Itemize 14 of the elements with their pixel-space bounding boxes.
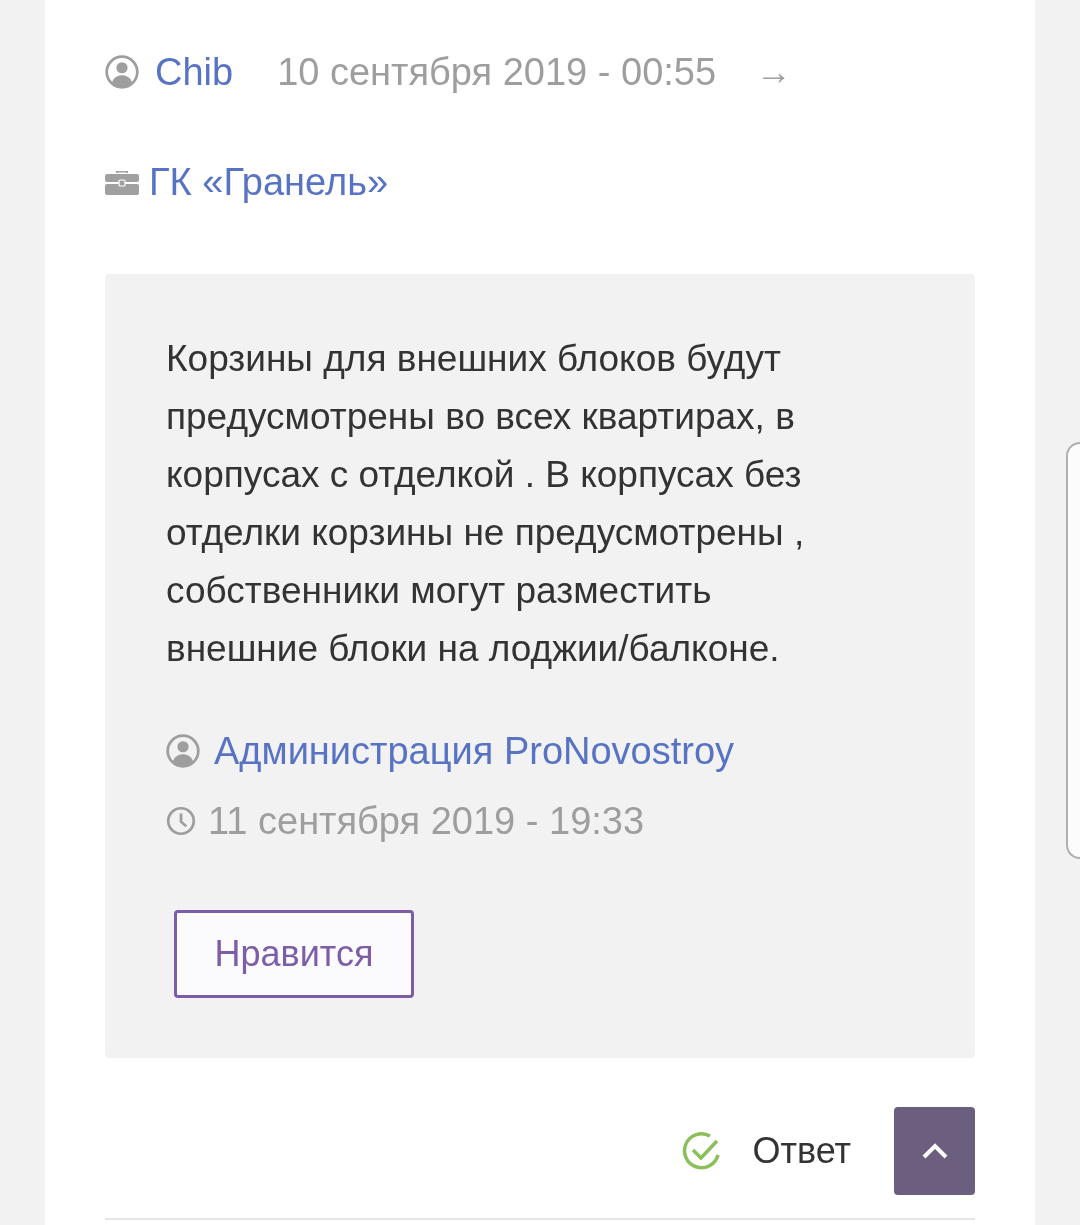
permalink-arrow[interactable]: → <box>756 51 793 93</box>
briefcase-icon <box>105 169 139 195</box>
clock-icon <box>166 806 196 836</box>
like-button[interactable]: Нравится <box>174 910 414 998</box>
reply-author-link[interactable]: Администрация ProNovostroy <box>214 729 735 773</box>
comment-date: 10 сентября 2019 - 00:55 <box>277 50 717 94</box>
reply-date: 11 сентября 2019 - 19:33 <box>208 799 645 843</box>
user-icon <box>166 734 200 768</box>
answer-label: Ответ <box>752 1130 851 1172</box>
user-icon <box>105 55 139 89</box>
scroll-top-button[interactable] <box>894 1107 975 1195</box>
author-link[interactable]: Chib <box>155 50 234 94</box>
company-link[interactable]: ГК «Гранель» <box>149 160 389 204</box>
reply-text: Корзины для внешних блоков будут предусмотрены во всех квартирах, в корпусах с отделкой . В корпусах без отделки корзины не предусмотрены , собственники могут разместить внешние блоки на лоджии/балконе. <box>166 337 806 671</box>
